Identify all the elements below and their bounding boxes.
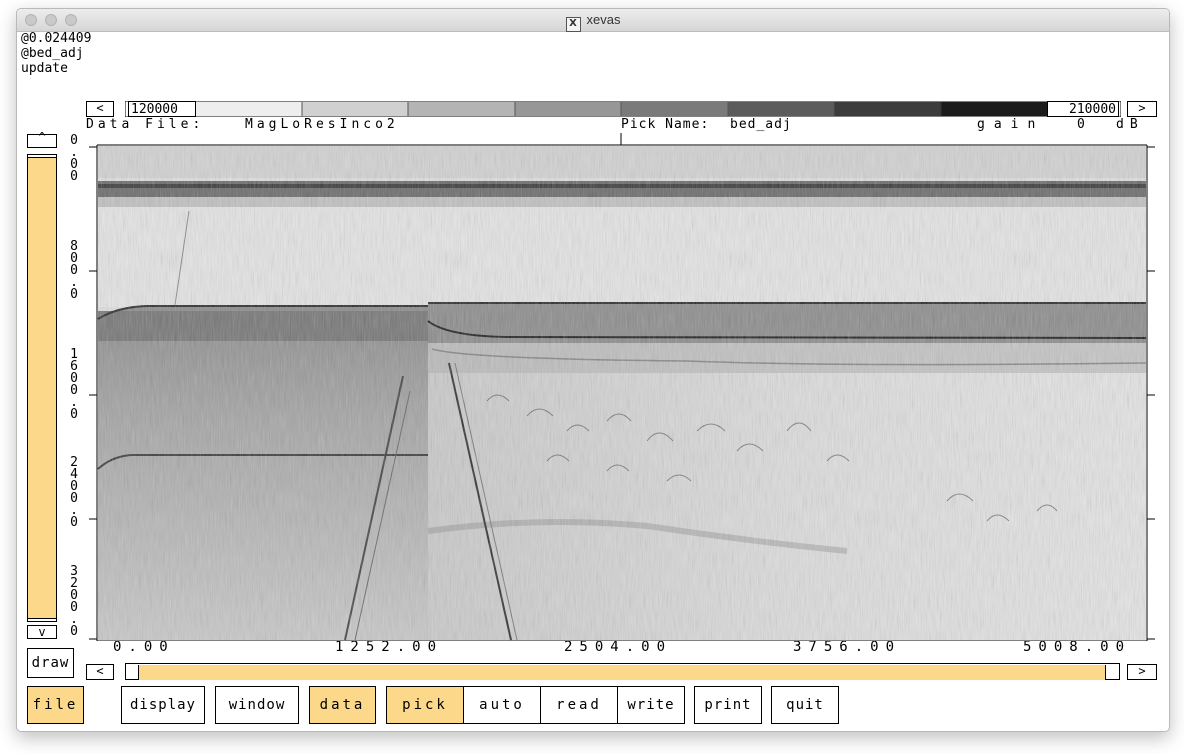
scroll-right-button[interactable]: > [1127, 664, 1157, 680]
menu-write-button[interactable]: write [617, 686, 685, 724]
scroll-down-button[interactable]: v [27, 625, 57, 639]
status-line-1: @0.024409 [21, 31, 92, 46]
draw-button[interactable]: draw [27, 648, 74, 678]
data-file-label: Data File: [86, 117, 205, 132]
colorbar-left-button[interactable]: < [86, 101, 114, 117]
menu-print-button[interactable]: print [694, 686, 762, 724]
y-tick-label: 2400.0 [70, 455, 78, 530]
colorbar [125, 101, 1121, 117]
menu-window-button[interactable]: window [215, 686, 299, 724]
y-tick-label: 800.0 [70, 239, 78, 302]
vertical-scroll-thumb[interactable] [27, 157, 57, 619]
menu-quit-button[interactable]: quit [771, 686, 839, 724]
radargram-frame [89, 133, 1155, 641]
menu-file-button[interactable]: file [27, 686, 84, 724]
menu-data-button[interactable]: data [309, 686, 376, 724]
status-line-2: @bed_adj [21, 46, 84, 61]
colorbar-max-value: 210000 [1047, 101, 1119, 117]
x11-logo-icon: X [565, 17, 581, 32]
menu-pick-button[interactable]: pick [386, 686, 464, 724]
scroll-left-button[interactable]: < [86, 664, 114, 680]
colorbar-right-button[interactable]: > [1127, 101, 1157, 117]
y-tick-label: 3200.0 [70, 564, 78, 639]
data-file-name: MagLoResInco2 [245, 117, 399, 132]
x-tick-label: 2504.00 [564, 639, 673, 655]
colorbar-min-value: 120000 [128, 101, 196, 117]
y-tick-label: 1600.0 [70, 347, 78, 422]
x-tick-label: 5008.00 [1023, 639, 1132, 655]
pick-name-value: bed_adj [730, 117, 792, 132]
menu-read-button[interactable]: read [540, 686, 618, 724]
radargram-image[interactable] [97, 146, 1147, 641]
x-tick-label: 3756.00 [793, 639, 902, 655]
horizontal-scroll-thumb[interactable] [138, 665, 1106, 680]
pick-name-label: Pick Name: [621, 117, 710, 132]
title-bar: Xxevas [17, 9, 1169, 32]
scroll-up-button[interactable]: ^ [27, 131, 57, 148]
status-line-3: update [21, 61, 68, 76]
y-tick-label: 0.00 [70, 133, 78, 184]
gain-value: 0 [1077, 117, 1089, 132]
window-title: Xxevas [17, 12, 1169, 32]
gain-label: gain [977, 117, 1045, 132]
menu-auto-button[interactable]: auto [463, 686, 541, 724]
gain-unit: dB [1116, 117, 1144, 132]
x-tick-label: 0.00 [113, 639, 175, 655]
window-title-text: xevas [586, 12, 621, 27]
menu-display-button[interactable]: display [121, 686, 205, 724]
app-window: Xxevas @0.024409 @bed_adj update < > 120… [16, 8, 1170, 732]
x-tick-label: 1252.00 [335, 639, 444, 655]
